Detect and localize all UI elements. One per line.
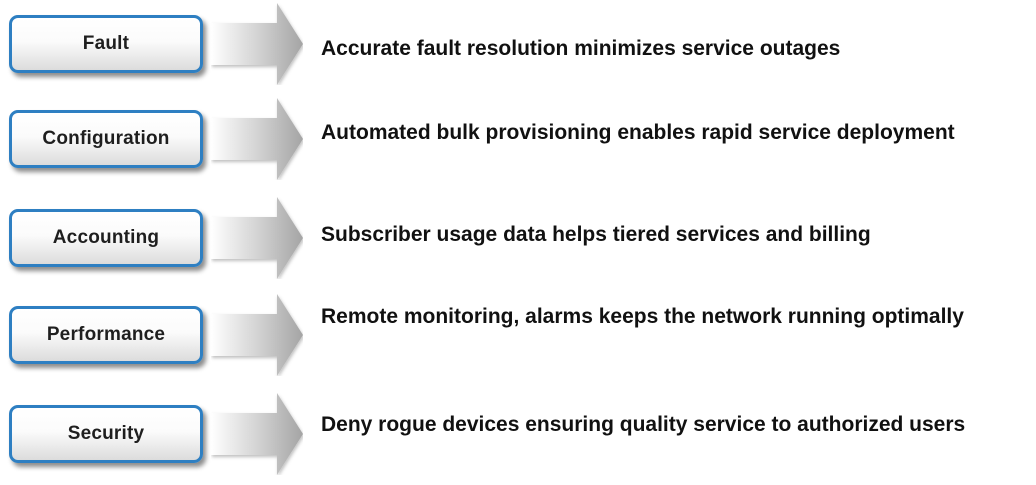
fcaps-diagram: Fault Accurate fault resolution minimize… <box>0 0 1036 475</box>
configuration-box: Configuration <box>9 110 203 168</box>
fault-box: Fault <box>9 15 203 73</box>
right-arrow-icon <box>211 294 303 376</box>
security-label: Security <box>67 423 145 444</box>
right-arrow-icon <box>211 393 303 475</box>
right-arrow-icon <box>211 3 303 85</box>
performance-description: Remote monitoring, alarms keeps the netw… <box>321 305 964 328</box>
fcaps-row-fault: Fault Accurate fault resolution minimize… <box>0 3 1036 95</box>
fcaps-row-configuration: Configuration Automated bulk provisionin… <box>0 98 1036 190</box>
fcaps-row-accounting: Accounting Subscriber usage data helps t… <box>0 197 1036 289</box>
fcaps-row-security: Security Deny rogue devices ensuring qua… <box>0 393 1036 485</box>
configuration-description: Automated bulk provisioning enables rapi… <box>321 121 955 144</box>
security-box: Security <box>9 405 203 463</box>
accounting-description: Subscriber usage data helps tiered servi… <box>321 223 871 246</box>
fault-label: Fault <box>82 33 130 54</box>
performance-box: Performance <box>9 306 203 364</box>
right-arrow-icon <box>211 98 303 180</box>
accounting-label: Accounting <box>52 227 160 248</box>
performance-label: Performance <box>46 324 166 345</box>
accounting-box: Accounting <box>9 209 203 267</box>
security-description: Deny rogue devices ensuring quality serv… <box>321 413 966 436</box>
right-arrow-icon <box>211 197 303 279</box>
fault-description: Accurate fault resolution minimizes serv… <box>321 37 841 60</box>
fcaps-row-performance: Performance Remote monitoring, alarms ke… <box>0 294 1036 386</box>
configuration-label: Configuration <box>42 128 170 149</box>
